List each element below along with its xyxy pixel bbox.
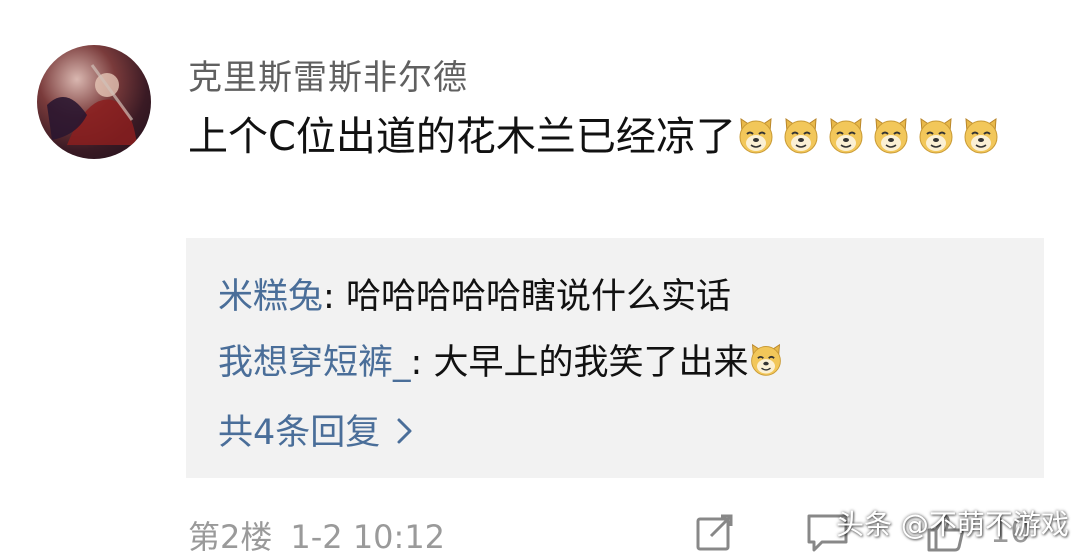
- floor-label: 第2楼: [188, 518, 273, 556]
- more-replies-label: 共4条回复: [218, 413, 381, 453]
- share-icon[interactable]: [695, 512, 735, 552]
- doge-emoji-icon: [781, 116, 821, 156]
- avatar[interactable]: [37, 45, 151, 159]
- comment-content: 上个C位出道的花木兰已经凉了: [188, 108, 1048, 166]
- reply-item[interactable]: 米糕兔: 哈哈哈哈哈瞎说什么实话: [218, 268, 731, 319]
- doge-emoji-icon: [826, 116, 866, 156]
- doge-emoji-icon: [961, 116, 1001, 156]
- reply-text: 哈哈哈哈哈瞎说什么实话: [345, 277, 731, 317]
- comment-meta: 第2楼 1-2 10:12: [188, 512, 463, 558]
- replies-box[interactable]: 米糕兔: 哈哈哈哈哈瞎说什么实话 我想穿短裤_: 大早上的我笑了出来 共4条回复: [186, 238, 1044, 478]
- reply-username[interactable]: 我想穿短裤_: [218, 343, 411, 383]
- doge-emoji-icon: [916, 116, 956, 156]
- chevron-right-icon: [396, 415, 414, 455]
- reply-separator: :: [410, 343, 434, 383]
- watermark: 头条 @不萌不游戏: [836, 508, 1069, 541]
- reply-text: 大早上的我笑了出来: [433, 343, 749, 383]
- reply-item[interactable]: 我想穿短裤_: 大早上的我笑了出来: [218, 334, 789, 385]
- reply-username[interactable]: 米糕兔: [218, 277, 323, 317]
- comment-username[interactable]: 克里斯雷斯非尔德: [188, 50, 468, 99]
- doge-emoji-icon: [748, 342, 784, 378]
- reply-separator: :: [323, 277, 346, 317]
- more-replies-link[interactable]: 共4条回复: [218, 404, 414, 455]
- comment-text: 上个C位出道的花木兰已经凉了: [188, 114, 736, 160]
- doge-emoji-icon: [736, 116, 776, 156]
- doge-emoji-icon: [871, 116, 911, 156]
- timestamp: 1-2 10:12: [290, 518, 446, 556]
